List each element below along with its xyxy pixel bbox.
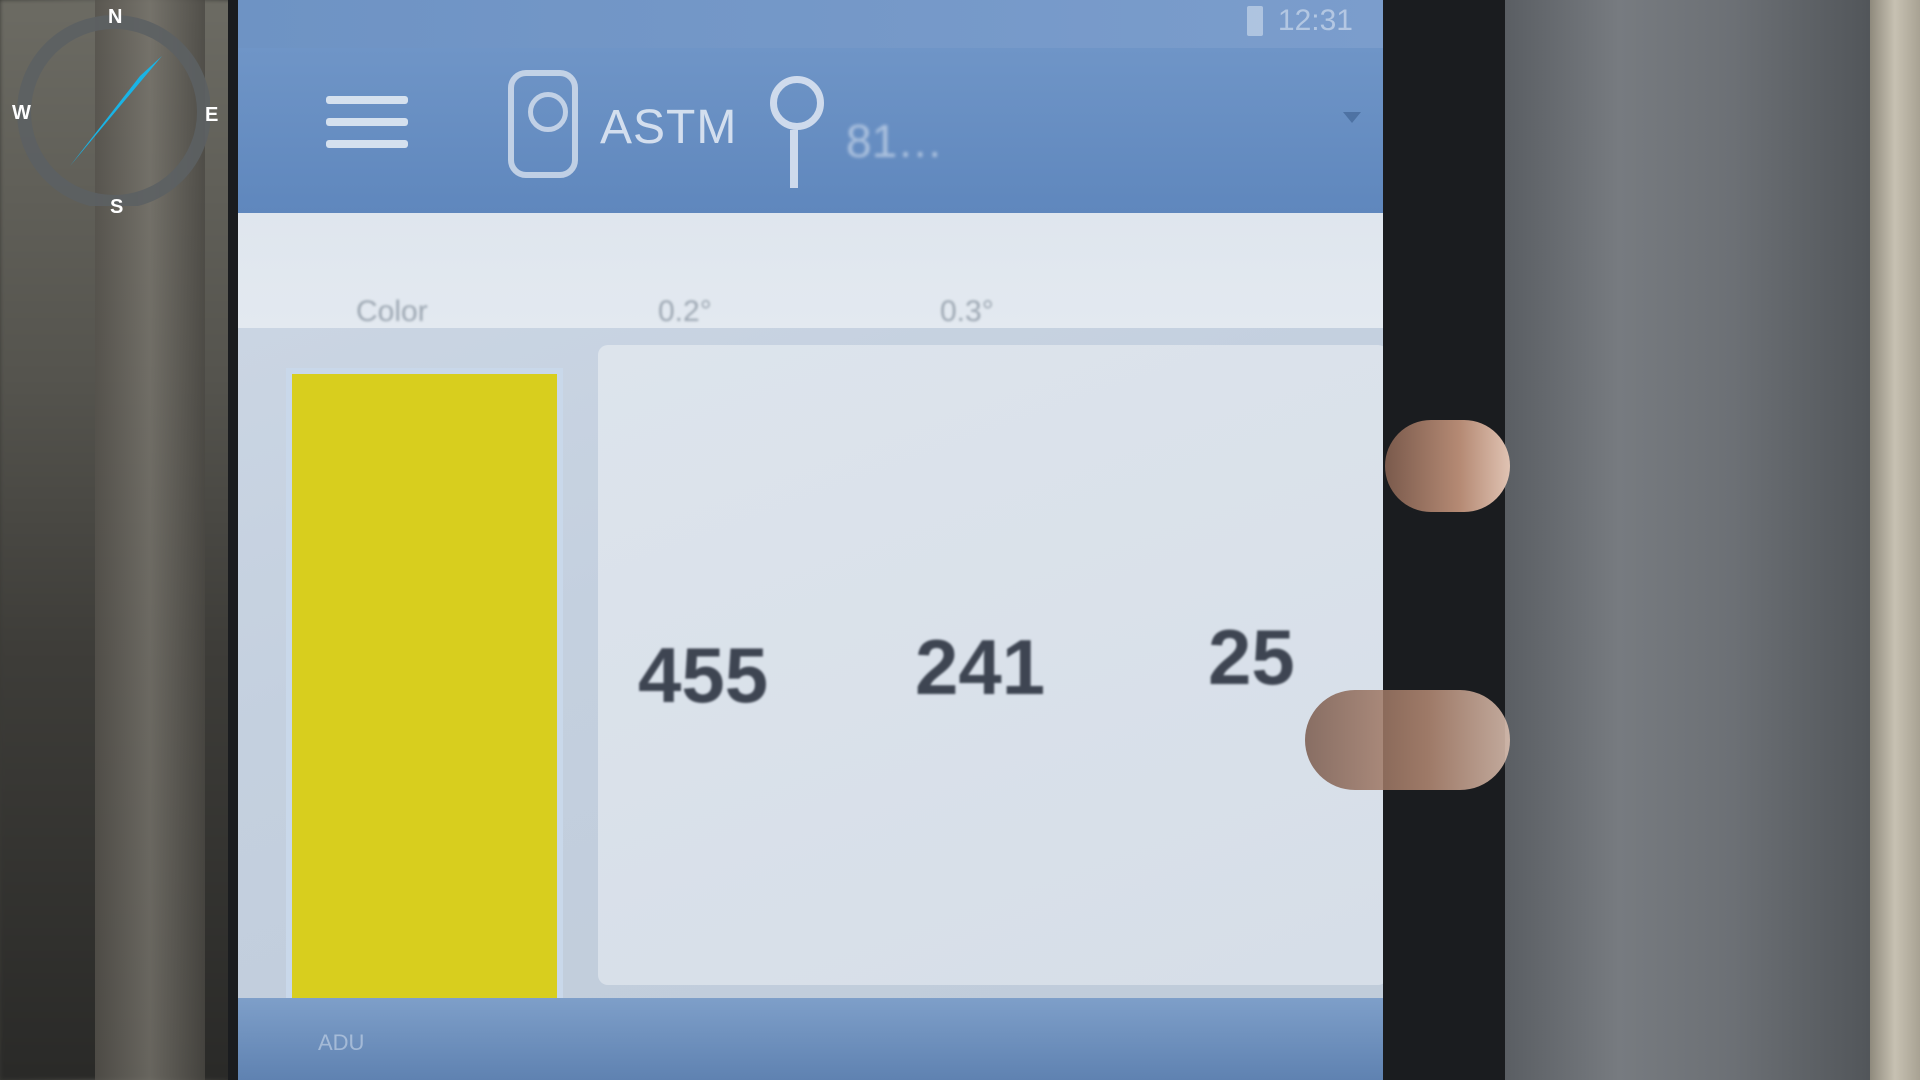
battery-icon (1247, 6, 1263, 36)
device-grip-edge (1870, 0, 1920, 1080)
method-label[interactable]: ASTM (600, 100, 737, 155)
bottom-bar-label[interactable]: ADU (318, 1030, 364, 1056)
compass-overlay: N S W E (10, 6, 218, 218)
column-header-angle-1: 0.2° (658, 295, 712, 328)
compass-east-label: E (205, 104, 219, 126)
compass-south-label: S (110, 196, 124, 218)
compass-north-label: N (108, 6, 123, 28)
bottom-navigation-bar: ADU (238, 998, 1383, 1080)
reading-value-2: 241 (915, 623, 1046, 711)
status-bar: 12:31 (238, 0, 1383, 48)
column-header-angle-2: 0.3° (940, 295, 994, 328)
status-time: 12:31 (1277, 4, 1353, 37)
finger (1385, 420, 1510, 512)
table-header-row: Color 0.2° 0.3° (238, 213, 1383, 328)
reading-value-3: 25 (1208, 613, 1295, 701)
compass-west-label: W (12, 102, 31, 124)
column-header-color: Color (356, 295, 428, 328)
compass-needle-icon (70, 56, 162, 166)
finger (1305, 690, 1510, 790)
location-pin-icon[interactable] (770, 76, 824, 188)
sample-label[interactable]: 81… (846, 114, 943, 168)
dropdown-arrow-icon[interactable] (1343, 112, 1361, 123)
compass-dial-icon (17, 15, 211, 209)
device-grip (1505, 0, 1885, 1080)
app-bar: ASTM 81… (238, 48, 1383, 213)
device-screen: 12:31 ASTM 81… Color 0.2° 0.3° ADU (238, 0, 1383, 1080)
instrument-icon[interactable] (508, 70, 578, 178)
reading-value-1: 455 (638, 631, 769, 719)
hamburger-menu-icon[interactable] (326, 96, 408, 152)
color-swatch (286, 368, 563, 1005)
